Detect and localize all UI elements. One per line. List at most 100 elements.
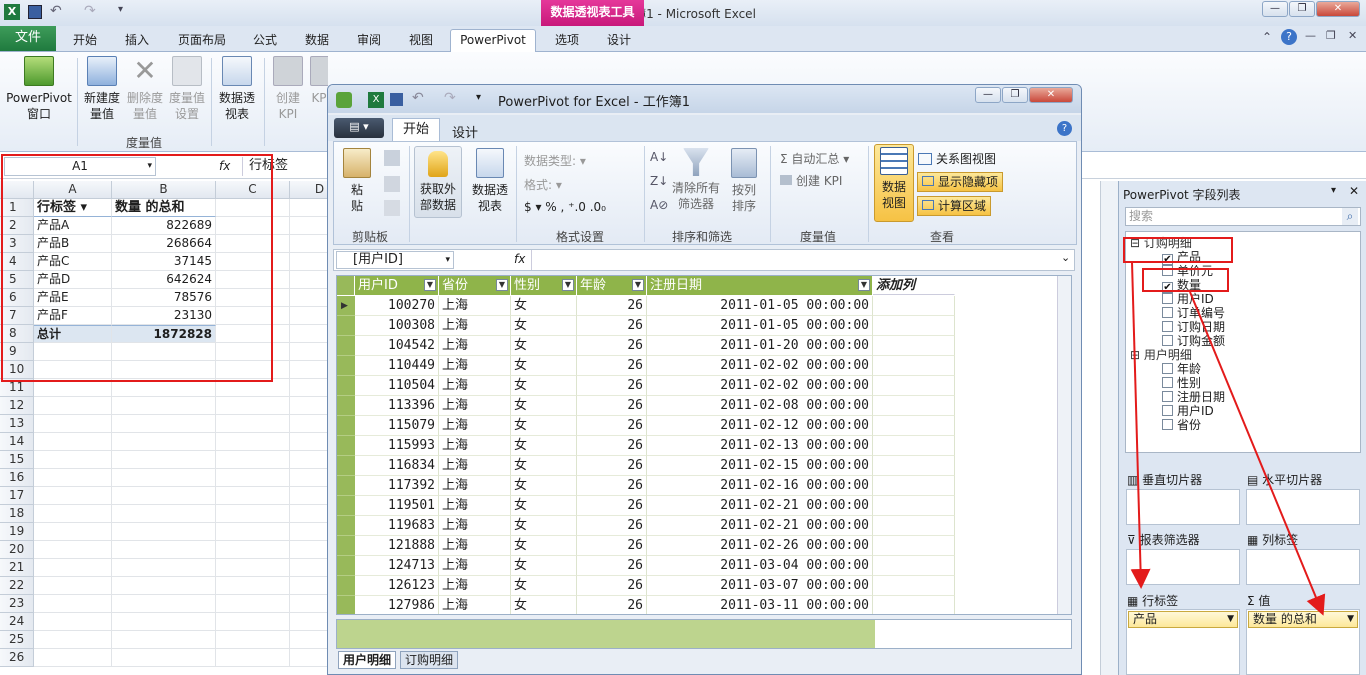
cell[interactable] (216, 487, 290, 505)
cell[interactable] (290, 451, 330, 469)
pivot-table-button[interactable]: 数据透 视表 (214, 56, 260, 122)
field-checkbox[interactable] (1162, 293, 1173, 304)
pp-cell[interactable]: 124713 (355, 556, 439, 576)
field-checkbox[interactable] (1162, 405, 1173, 416)
delete-measure-button[interactable]: ✕ 删除度 量值 (124, 56, 166, 122)
close-button[interactable]: ✕ (1316, 1, 1360, 17)
pp-sheet-tab-users[interactable]: 用户明细 (338, 651, 397, 669)
pp-cell[interactable]: 女 (511, 456, 577, 476)
pp-cell[interactable]: 2011-02-21 00:00:00 (647, 516, 873, 536)
pp-column-header[interactable]: 性别 ▼ (511, 276, 577, 295)
create-kpi-pp-button[interactable]: 创建 KPI (780, 172, 842, 189)
pp-row-header[interactable] (337, 556, 355, 576)
pp-cell[interactable]: 2011-02-15 00:00:00 (647, 456, 873, 476)
cell[interactable] (290, 469, 330, 487)
cell[interactable] (290, 433, 330, 451)
pp-cell[interactable]: 女 (511, 396, 577, 416)
cell[interactable] (290, 289, 330, 307)
pp-add-column-cell[interactable] (873, 476, 955, 496)
pp-row-header[interactable] (337, 536, 355, 556)
cell[interactable] (290, 397, 330, 415)
pp-formula-input[interactable] (531, 250, 1059, 270)
field-list-close-icon[interactable]: ✕ (1349, 184, 1359, 198)
pp-restore-button[interactable]: ❐ (1002, 87, 1028, 103)
pp-cell[interactable]: 上海 (439, 496, 511, 516)
pp-fx-icon[interactable]: fx (514, 252, 525, 266)
pp-cell[interactable]: 104542 (355, 336, 439, 356)
pp-column-header[interactable]: 年龄 ▼ (577, 276, 647, 295)
pp-cell[interactable]: 女 (511, 516, 577, 536)
cell[interactable] (34, 523, 112, 541)
cell[interactable] (290, 271, 330, 289)
excel-switch-icon[interactable]: X (368, 92, 384, 108)
pp-cell[interactable]: 121888 (355, 536, 439, 556)
pp-cell[interactable]: 100270 (355, 296, 439, 316)
cell[interactable] (34, 541, 112, 559)
help-icon[interactable]: ? (1281, 29, 1297, 45)
cell[interactable] (34, 487, 112, 505)
get-external-data-button[interactable]: 获取外 部数据 (414, 146, 462, 218)
field-checkbox[interactable] (1162, 391, 1173, 402)
cell[interactable] (290, 487, 330, 505)
field-checkbox[interactable] (1162, 335, 1173, 346)
pp-cell[interactable]: 116834 (355, 456, 439, 476)
pp-minimize-button[interactable]: — (975, 87, 1001, 103)
pp-cell[interactable]: 女 (511, 356, 577, 376)
pp-cell[interactable]: 上海 (439, 516, 511, 536)
clear-all-filters-button[interactable]: 清除所有 筛选器 (670, 148, 722, 212)
row-header-12[interactable]: 12 (0, 397, 34, 415)
tab-formulas[interactable]: 公式 (244, 30, 286, 52)
row-header-16[interactable]: 16 (0, 469, 34, 487)
cell[interactable] (290, 613, 330, 631)
pp-row-header[interactable] (337, 436, 355, 456)
tab-options[interactable]: 选项 (546, 30, 588, 52)
cell[interactable] (112, 469, 216, 487)
autosum-button[interactable]: Σ 自动汇总 ▾ (780, 150, 849, 167)
cell[interactable] (34, 451, 112, 469)
pp-tab-home[interactable]: 开始 (392, 118, 440, 142)
pp-cell[interactable]: 110504 (355, 376, 439, 396)
pp-add-column-cell[interactable] (873, 336, 955, 356)
cell[interactable] (34, 631, 112, 649)
cell[interactable] (290, 343, 330, 361)
cell[interactable] (216, 433, 290, 451)
pp-undo-icon[interactable]: ↶ (412, 90, 424, 106)
pp-cell[interactable]: 113396 (355, 396, 439, 416)
cell[interactable] (34, 397, 112, 415)
restore-button[interactable]: ❐ (1289, 1, 1315, 17)
pp-select-all-corner[interactable] (337, 276, 355, 295)
cell[interactable] (112, 649, 216, 667)
pp-sheet-tab-orders[interactable]: 订购明细 (400, 651, 459, 669)
row-header-18[interactable]: 18 (0, 505, 34, 523)
pp-cell[interactable]: 26 (577, 296, 647, 316)
field-list-dropdown-icon[interactable]: ▾ (1331, 185, 1336, 196)
pp-row-header[interactable] (337, 576, 355, 596)
pp-cell[interactable]: 26 (577, 356, 647, 376)
pp-qat-dropdown-icon[interactable]: ▾ (476, 92, 481, 103)
pp-add-column-cell[interactable] (873, 456, 955, 476)
pp-cell[interactable]: 女 (511, 556, 577, 576)
cell[interactable] (216, 559, 290, 577)
pp-add-column-cell[interactable] (873, 556, 955, 576)
pp-add-column-cell[interactable] (873, 576, 955, 596)
pp-cell[interactable]: 26 (577, 336, 647, 356)
horizontal-slicer-area[interactable] (1246, 489, 1360, 525)
chevron-down-icon[interactable]: ▼ (562, 279, 574, 291)
pp-add-column-cell[interactable] (873, 596, 955, 614)
cell[interactable] (216, 613, 290, 631)
row-header-22[interactable]: 22 (0, 577, 34, 595)
row-header-20[interactable]: 20 (0, 541, 34, 559)
cell[interactable] (216, 577, 290, 595)
cell[interactable] (112, 415, 216, 433)
pp-help-icon[interactable]: ? (1057, 121, 1072, 136)
pp-cell[interactable]: 115079 (355, 416, 439, 436)
pp-pivot-table-button[interactable]: 数据透 视表 (468, 148, 512, 214)
field-search-input[interactable]: 搜索 ⌕ (1125, 207, 1361, 226)
pp-cell[interactable]: 女 (511, 596, 577, 614)
pp-cell[interactable]: 上海 (439, 576, 511, 596)
row-header-26[interactable]: 26 (0, 649, 34, 667)
pp-cell[interactable]: 26 (577, 416, 647, 436)
paste-append-icon[interactable] (384, 200, 400, 216)
pp-cell[interactable]: 女 (511, 436, 577, 456)
pp-cell[interactable]: 2011-02-21 00:00:00 (647, 496, 873, 516)
